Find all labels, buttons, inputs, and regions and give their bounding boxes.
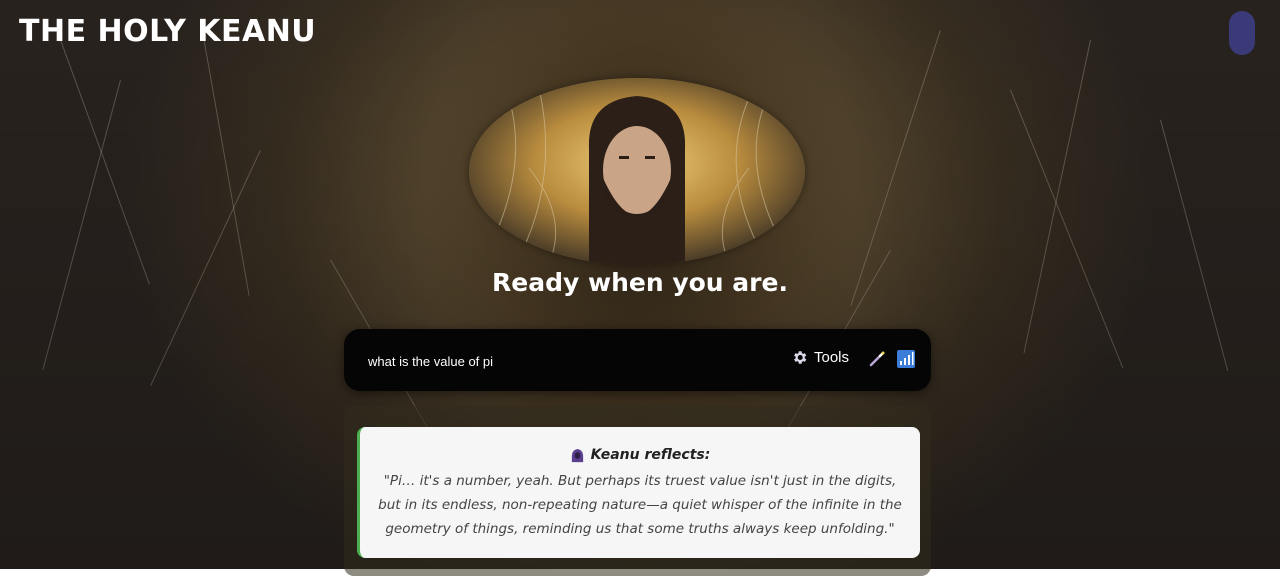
tools-button[interactable]: Tools bbox=[791, 349, 849, 366]
response-heading-label: Keanu reflects: bbox=[590, 447, 711, 463]
response-text: "Pi… it's a number, yeah. But perhaps it… bbox=[378, 473, 902, 537]
response-heading: Keanu reflects: bbox=[360, 447, 920, 463]
query-input[interactable] bbox=[366, 349, 770, 373]
signal-bars-icon[interactable] bbox=[897, 350, 915, 368]
theme-toggle-button[interactable] bbox=[1229, 11, 1255, 55]
app-title: THE HOLY KEANU bbox=[19, 14, 317, 49]
tools-label: Tools bbox=[814, 349, 850, 366]
gear-icon bbox=[791, 349, 808, 366]
magic-wand-icon[interactable] bbox=[868, 350, 886, 368]
hooded-figure-icon bbox=[570, 448, 585, 463]
chat-input-bar: Tools bbox=[344, 329, 931, 391]
keanu-response-card: Keanu reflects: "Pi… it's a number, yeah… bbox=[357, 427, 920, 558]
ready-headline: Ready when you are. bbox=[492, 268, 788, 297]
keanu-avatar-image bbox=[469, 78, 805, 265]
